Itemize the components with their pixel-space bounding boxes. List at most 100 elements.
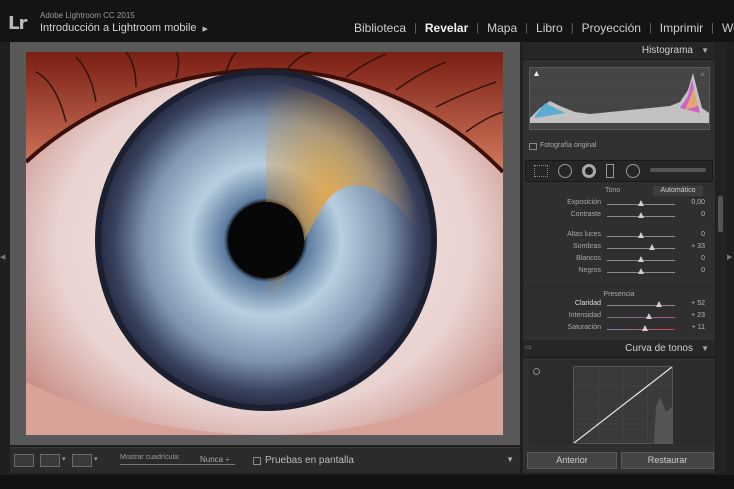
spot-removal-icon[interactable] <box>558 164 572 178</box>
histogram-title: Histograma <box>641 45 693 56</box>
slider-label: Contraste <box>570 211 601 218</box>
graduated-filter-icon[interactable] <box>606 164 614 178</box>
eye-photo[interactable] <box>26 52 503 435</box>
panel-switch-icon[interactable]: ▭ <box>525 343 532 351</box>
grid-label: Mostrar cuadrícula: <box>120 454 180 461</box>
auto-tone-button[interactable]: Automático <box>653 186 703 196</box>
slider-value[interactable]: 0 <box>701 267 705 274</box>
proof-label: Pruebas en pantalla <box>265 455 354 466</box>
slider-row: Saturación + 11 <box>523 324 715 334</box>
filmstrip-bar <box>0 475 734 489</box>
slider-thumb[interactable] <box>641 325 648 331</box>
module-revelar[interactable]: Revelar <box>417 21 476 35</box>
tool-strip <box>525 160 713 182</box>
slider-label: Blancos <box>576 255 601 262</box>
target-adjust-icon[interactable] <box>533 368 540 375</box>
slider-row: Blancos 0 <box>523 255 715 265</box>
reset-button[interactable]: Restaurar <box>621 452 714 469</box>
toolbar-menu-icon[interactable]: ▼ <box>506 455 514 464</box>
slider-value[interactable]: 0 <box>701 211 705 218</box>
adjustment-brush-icon[interactable] <box>650 168 706 172</box>
previous-button[interactable]: Anterior <box>527 452 617 469</box>
tone-curve-title: Curva de tonos <box>625 343 693 354</box>
slider-track[interactable] <box>607 248 675 249</box>
slider-track[interactable] <box>607 305 675 306</box>
slider-row: Altas luces 0 <box>523 231 715 241</box>
bottom-toolbar: ▾ ▾ Mostrar cuadrícula: Nunca ÷ Pruebas … <box>10 447 520 473</box>
slider-value[interactable]: + 52 <box>691 300 705 307</box>
module-biblioteca[interactable]: Biblioteca <box>346 21 414 35</box>
slider-thumb[interactable] <box>638 212 644 218</box>
slider-value[interactable]: 0 <box>701 231 705 238</box>
photo-canvas <box>10 42 520 445</box>
scrollbar-thumb[interactable] <box>718 196 723 232</box>
catalog-label: Introducción a Lightroom mobile <box>40 22 197 34</box>
slider-label: Intensidad <box>568 312 601 319</box>
slider-row: Sombras + 33 <box>523 243 715 253</box>
slider-row: Claridad + 52 <box>523 300 715 310</box>
slider-thumb[interactable] <box>638 256 644 262</box>
loupe-view-button[interactable] <box>14 454 34 467</box>
panel-scrollbar[interactable] <box>716 42 726 473</box>
crop-icon[interactable] <box>534 165 548 177</box>
tone-curve <box>529 360 714 446</box>
slider-value[interactable]: + 23 <box>691 312 705 319</box>
module-mapa[interactable]: Mapa <box>479 21 525 35</box>
histogram-header[interactable]: Histograma ▼ <box>523 42 715 60</box>
slider-value[interactable]: + 33 <box>691 243 705 250</box>
before-after-button[interactable] <box>40 454 60 467</box>
chevron-down-icon[interactable]: ▾ <box>94 455 98 463</box>
catalog-name[interactable]: Introducción a Lightroom mobile ▶ <box>40 22 208 34</box>
presence-label: Presencia <box>603 291 635 298</box>
collapse-icon[interactable]: ▼ <box>701 46 709 55</box>
play-icon: ▶ <box>202 26 208 33</box>
develop-panel: Histograma ▼ Fotografía original Tono Au… <box>523 42 715 473</box>
before-after-mode-button[interactable] <box>72 454 92 467</box>
slider-thumb[interactable] <box>649 244 656 250</box>
slider-row: Contraste 0 <box>523 211 715 221</box>
slider-label: Altas luces <box>567 231 601 238</box>
module-imprimir[interactable]: Imprimir <box>652 21 711 35</box>
tone-label: Tono <box>605 187 621 194</box>
slider-label: Sombras <box>572 243 601 250</box>
grid-select[interactable]: Nunca ÷ <box>200 455 230 464</box>
slider-row: Exposición 0,00 <box>523 199 715 209</box>
right-panel-toggle-icon[interactable]: ▶ <box>727 253 732 261</box>
divider <box>527 286 711 287</box>
collapse-icon[interactable]: ▼ <box>701 344 709 353</box>
slider-track[interactable] <box>607 317 675 318</box>
slider-label: Saturación <box>567 324 601 331</box>
slider-row: Negros 0 <box>523 267 715 277</box>
module-picker: Biblioteca | Revelar | Mapa | Libro | Proyección… <box>346 20 734 36</box>
slider-thumb[interactable] <box>638 232 644 238</box>
slider-thumb[interactable] <box>638 200 644 206</box>
red-eye-icon[interactable] <box>582 164 596 178</box>
basic-panel: Tono Automático Presencia Exposición 0,00… <box>523 185 715 335</box>
lightroom-logo: Lr <box>8 13 27 34</box>
left-panel-toggle-icon[interactable]: ◀ <box>0 253 5 261</box>
slider-label: Negros <box>578 267 601 274</box>
grid-slider[interactable] <box>120 464 235 465</box>
slider-value[interactable]: 0 <box>701 255 705 262</box>
proof-checkbox[interactable] <box>253 457 261 465</box>
slider-thumb[interactable] <box>638 268 644 274</box>
histogram[interactable] <box>529 67 710 130</box>
top-bar: Lr Adobe Lightroom CC 2015 Introducción … <box>0 0 734 42</box>
tone-curve-graph[interactable] <box>573 366 673 444</box>
slider-label: Claridad <box>574 300 601 307</box>
original-photo-checkbox[interactable] <box>529 143 537 150</box>
slider-thumb[interactable] <box>645 313 652 319</box>
chevron-down-icon[interactable]: ▾ <box>62 455 66 463</box>
module-libro[interactable]: Libro <box>528 21 571 35</box>
slider-label: Exposición <box>567 199 601 206</box>
tone-curve-header[interactable]: ▭ Curva de tonos ▼ <box>523 340 715 358</box>
slider-value[interactable]: + 11 <box>692 324 705 331</box>
slider-thumb[interactable] <box>655 301 662 307</box>
slider-row: Intensidad + 23 <box>523 312 715 322</box>
module-proyección[interactable]: Proyección <box>574 21 649 35</box>
radial-filter-icon[interactable] <box>626 164 640 178</box>
original-photo-label: Fotografía original <box>540 142 597 149</box>
product-name: Adobe Lightroom CC 2015 <box>40 11 135 20</box>
module-web[interactable]: Web <box>714 21 734 35</box>
slider-value[interactable]: 0,00 <box>691 199 705 206</box>
